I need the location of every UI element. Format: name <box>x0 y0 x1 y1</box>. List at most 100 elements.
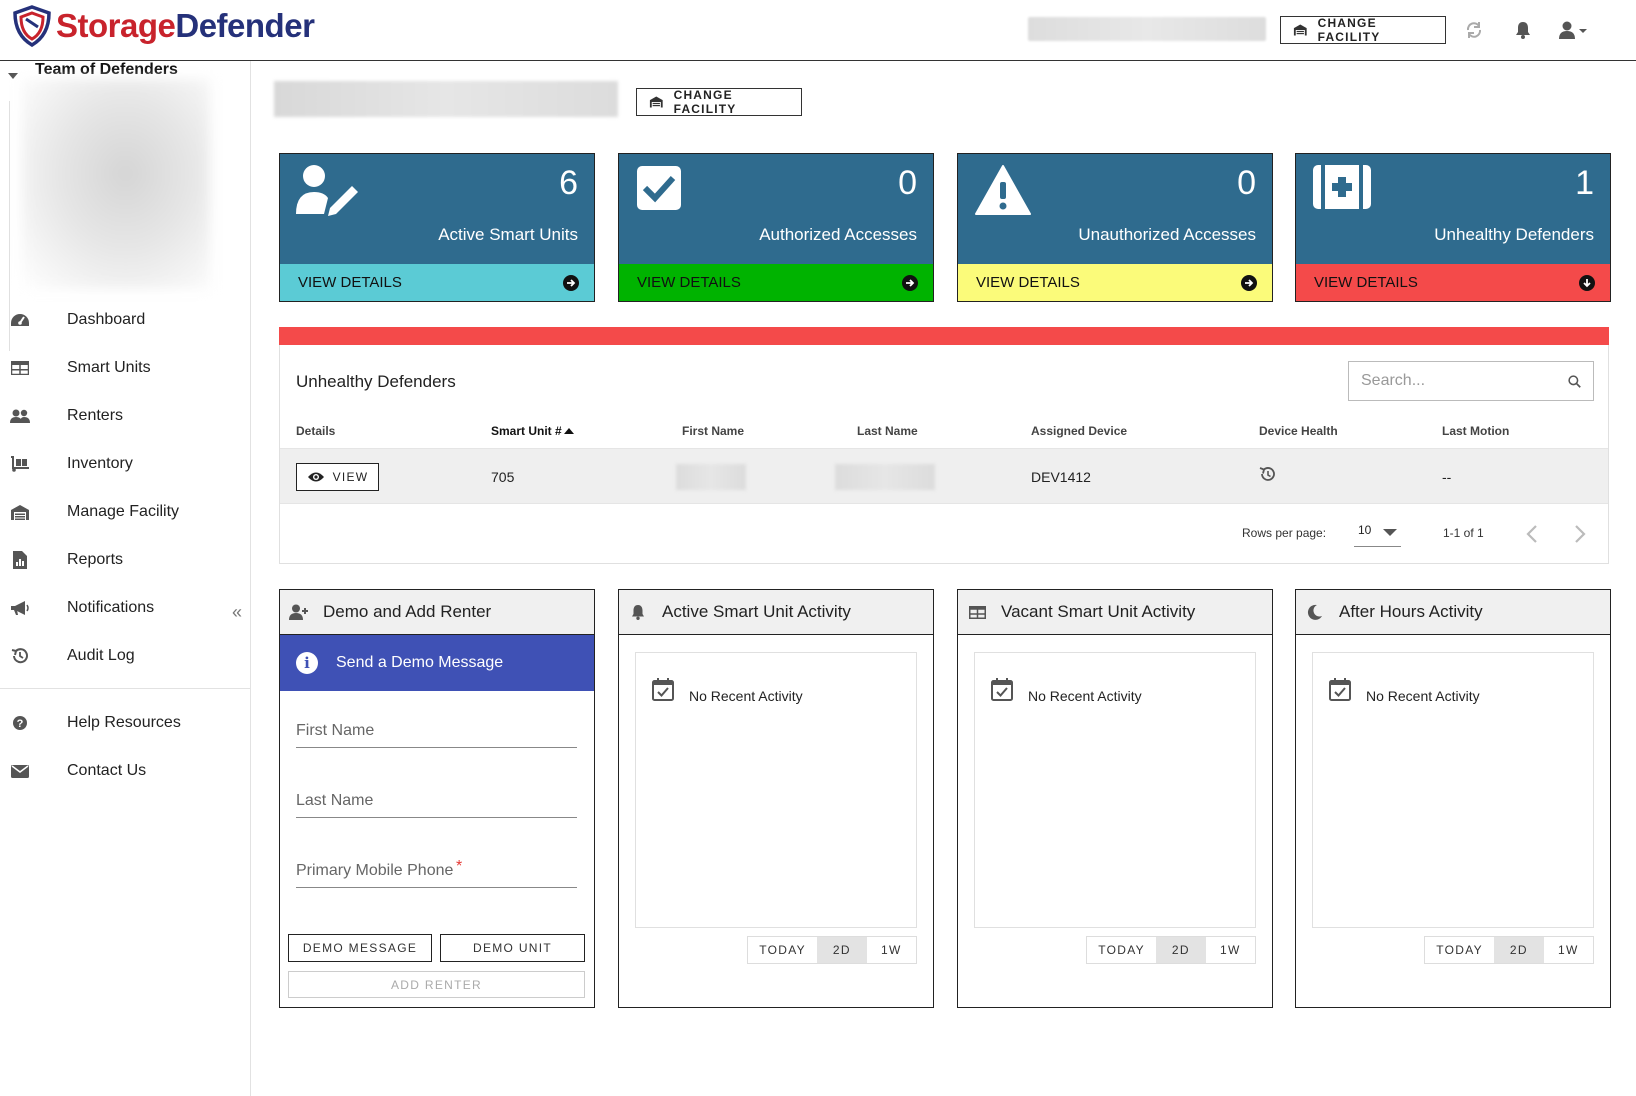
column-header-details: Details <box>296 424 336 438</box>
warehouse-icon <box>1293 24 1307 36</box>
time-range-toggle: TODAY 2D 1W <box>747 936 917 964</box>
dolly-icon <box>10 454 30 474</box>
sidebar-item-audit-log[interactable]: Audit Log <box>0 634 250 678</box>
range-1w-button[interactable]: 1W <box>1544 937 1593 963</box>
user-edit-icon <box>296 164 360 223</box>
first-name-field[interactable] <box>296 714 577 748</box>
panel-title: Vacant Smart Unit Activity <box>1001 602 1196 621</box>
view-button-label: VIEW <box>332 470 369 484</box>
sidebar-item-label: Manage Facility <box>67 503 180 520</box>
arrow-right-icon <box>563 274 579 291</box>
column-header-last-motion[interactable]: Last Motion <box>1442 424 1509 438</box>
previous-page-icon[interactable] <box>1525 524 1539 549</box>
calendar-check-icon <box>1329 677 1351 706</box>
users-icon <box>10 406 30 426</box>
view-details-button[interactable]: VIEW DETAILS <box>958 264 1272 301</box>
device-health-history-icon <box>1258 465 1276 488</box>
range-today-button[interactable]: TODAY <box>1087 937 1156 963</box>
last-name-field[interactable] <box>296 784 577 818</box>
primary-mobile-phone-input[interactable] <box>296 854 577 880</box>
search-icon[interactable] <box>1568 373 1581 390</box>
change-facility-button[interactable]: CHANGE FACILITY <box>636 88 802 116</box>
column-header-assigned-device[interactable]: Assigned Device <box>1031 424 1127 438</box>
view-details-button[interactable]: VIEW DETAILS <box>280 264 594 301</box>
rows-per-page-select[interactable]: 10 <box>1354 519 1401 547</box>
time-range-toggle: TODAY 2D 1W <box>1424 936 1594 964</box>
view-details-button[interactable]: VIEW DETAILS <box>1296 264 1610 301</box>
header-change-facility-button[interactable]: CHANGE FACILITY <box>1280 16 1446 44</box>
user-menu-icon[interactable] <box>1558 18 1592 42</box>
stat-value: 0 <box>898 164 917 202</box>
sidebar-item-help-resources[interactable]: ? Help Resources <box>0 701 250 745</box>
sidebar-item-notifications[interactable]: Notifications <box>0 586 250 630</box>
range-2d-button[interactable]: 2D <box>817 937 867 963</box>
sidebar-item-label: Smart Units <box>67 359 151 376</box>
primary-mobile-phone-field[interactable]: * <box>296 854 577 888</box>
demo-message-button[interactable]: DEMO MESSAGE <box>288 934 432 962</box>
table-icon <box>967 605 987 619</box>
range-today-button[interactable]: TODAY <box>1425 937 1494 963</box>
caret-down-icon[interactable] <box>8 73 18 79</box>
column-header-device-health[interactable]: Device Health <box>1259 424 1338 438</box>
svg-text:?: ? <box>17 718 24 730</box>
view-button[interactable]: VIEW <box>296 463 379 491</box>
column-header-last-name[interactable]: Last Name <box>857 424 918 438</box>
view-details-label: VIEW DETAILS <box>637 274 741 291</box>
range-2d-button[interactable]: 2D <box>1156 937 1206 963</box>
brand-word-defender: Defender <box>175 7 315 44</box>
activity-list: No Recent Activity <box>1312 652 1594 928</box>
next-page-icon[interactable] <box>1573 524 1587 549</box>
first-name-input[interactable] <box>296 714 577 740</box>
stat-card-active-smart-units: 6 Active Smart Units VIEW DETAILS <box>279 153 595 302</box>
activity-list: No Recent Activity <box>635 652 917 928</box>
info-icon: i <box>296 652 318 674</box>
no-activity-text: No Recent Activity <box>1028 688 1142 704</box>
collapse-sidebar-icon[interactable]: « <box>232 602 242 623</box>
last-name-input[interactable] <box>296 784 577 810</box>
range-1w-button[interactable]: 1W <box>867 937 916 963</box>
range-today-button[interactable]: TODAY <box>748 937 817 963</box>
sidebar-item-label: Renters <box>67 407 124 424</box>
sort-asc-icon[interactable] <box>563 427 574 435</box>
column-header-first-name[interactable]: First Name <box>682 424 744 438</box>
sidebar-item-reports[interactable]: Reports <box>0 538 250 582</box>
range-2d-button[interactable]: 2D <box>1494 937 1544 963</box>
active-smart-unit-activity-panel: Active Smart Unit Activity No Recent Act… <box>618 589 934 1008</box>
sidebar-item-manage-facility[interactable]: Manage Facility <box>0 490 250 534</box>
vacant-smart-unit-activity-panel: Vacant Smart Unit Activity No Recent Act… <box>957 589 1273 1008</box>
team-name[interactable]: Team of Defenders <box>35 61 178 79</box>
column-header-smart-unit[interactable]: Smart Unit # <box>491 424 574 438</box>
sidebar-item-dashboard[interactable]: Dashboard <box>0 298 250 342</box>
redacted-facility-name <box>274 81 618 117</box>
sidebar-item-label: Inventory <box>67 455 133 472</box>
demo-unit-button[interactable]: DEMO UNIT <box>440 934 585 962</box>
sidebar-item-renters[interactable]: Renters <box>0 394 250 438</box>
refresh-icon[interactable] <box>1462 18 1486 42</box>
add-renter-button[interactable]: ADD RENTER <box>288 971 585 998</box>
brand-word-storage: Storage <box>56 7 176 44</box>
top-bar: Storage Defender CHANGE FACILITY <box>0 0 1636 61</box>
change-facility-label: CHANGE FACILITY <box>1317 16 1381 44</box>
panel-header: Vacant Smart Unit Activity <box>958 590 1272 635</box>
calendar-check-icon <box>652 677 674 706</box>
sidebar-item-label: Notifications <box>67 599 155 616</box>
search-input[interactable] <box>1361 372 1568 390</box>
view-details-label: VIEW DETAILS <box>976 274 1080 291</box>
sidebar-item-inventory[interactable]: Inventory <box>0 442 250 486</box>
table-title: Unhealthy Defenders <box>296 372 456 391</box>
bell-icon[interactable] <box>1511 18 1535 42</box>
panel-header: Active Smart Unit Activity <box>619 590 933 635</box>
sidebar-item-smart-units[interactable]: Smart Units <box>0 346 250 390</box>
storage-defender-logo[interactable]: Storage Defender <box>12 4 315 48</box>
warning-icon <box>974 164 1032 221</box>
search-field[interactable] <box>1348 361 1594 401</box>
activity-list: No Recent Activity <box>974 652 1256 928</box>
eye-icon <box>307 472 324 482</box>
chevron-down-icon <box>1383 529 1397 536</box>
cell-smart-unit: 705 <box>491 469 515 485</box>
send-demo-message-banner[interactable]: i Send a Demo Message <box>280 635 594 691</box>
history-icon <box>10 646 30 666</box>
sidebar-item-contact-us[interactable]: Contact Us <box>0 749 250 793</box>
range-1w-button[interactable]: 1W <box>1206 937 1255 963</box>
view-details-button[interactable]: VIEW DETAILS <box>619 264 933 301</box>
